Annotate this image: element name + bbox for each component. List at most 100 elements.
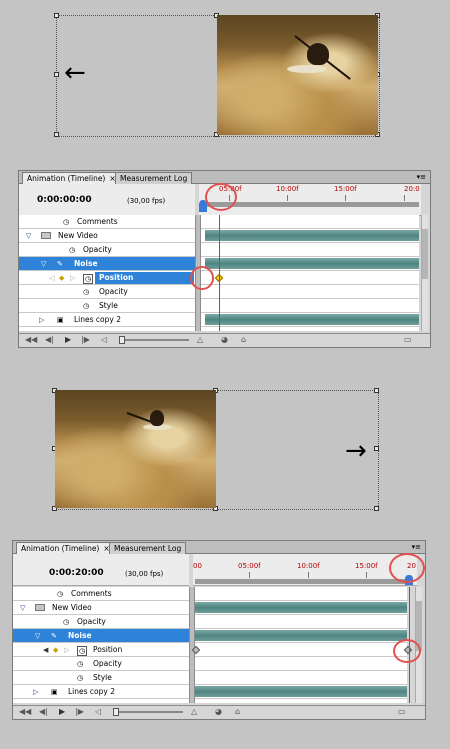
toggle-audio-icon[interactable]: ◁ [101, 335, 107, 344]
panel-menu-icon[interactable]: ▾≡ [412, 543, 421, 551]
zoom-in-icon[interactable]: △ [197, 335, 203, 344]
next-keyframe-icon[interactable]: ▷ [70, 274, 75, 282]
track-bar[interactable] [195, 602, 407, 613]
stopwatch-icon[interactable]: ◷ [77, 674, 83, 682]
transform-handle[interactable] [374, 446, 379, 451]
track-row [201, 243, 419, 257]
layer-row-style[interactable]: ◷ Style [13, 671, 189, 685]
step-back-icon[interactable]: ◀| [45, 335, 54, 344]
stopwatch-icon[interactable]: ◷ [77, 660, 83, 668]
layer-row-opacity-2[interactable]: ◷ Opacity [13, 657, 189, 671]
track-bar[interactable] [195, 686, 407, 697]
stopwatch-icon[interactable]: ◷ [69, 246, 75, 254]
folder-icon [41, 232, 51, 239]
twirl-triangle-icon[interactable]: ▽ [41, 260, 46, 268]
layer-list: ◷ Comments ▽ New Video ◷ Opacity ▽ ✎ Noi… [13, 587, 189, 703]
keyframe-icon[interactable]: ◆ [53, 646, 58, 654]
first-frame-icon[interactable]: ◀◀ [25, 335, 37, 344]
twirl-triangle-icon[interactable]: ▽ [35, 632, 40, 640]
toggle-audio-icon[interactable]: ◁ [95, 707, 101, 716]
step-forward-icon[interactable]: |▶ [81, 335, 90, 344]
stopwatch-icon[interactable]: ◷ [57, 590, 63, 598]
step-forward-icon[interactable]: |▶ [75, 707, 84, 716]
stopwatch-icon[interactable]: ◷ [77, 646, 88, 656]
timecode-area: 0:00:00:00 (30,00 fps) [19, 184, 195, 216]
tween-icon[interactable]: ◕ [215, 707, 222, 716]
zoom-in-icon[interactable]: △ [191, 707, 197, 716]
panel-menu-icon[interactable]: ▾≡ [417, 173, 426, 181]
stopwatch-icon[interactable]: ◷ [83, 288, 89, 296]
work-area-bar[interactable] [195, 579, 409, 584]
vertical-scrollbar[interactable] [421, 215, 428, 331]
transform-handle[interactable] [54, 72, 59, 77]
transform-handle[interactable] [54, 13, 59, 18]
transform-handle[interactable] [374, 506, 379, 511]
arrow-left-icon: ← [64, 58, 86, 88]
convert-frame-icon[interactable]: ▭ [398, 707, 406, 716]
stopwatch-icon[interactable]: ◷ [63, 618, 69, 626]
twirl-triangle-icon[interactable]: ▽ [20, 604, 25, 612]
kayak [287, 65, 327, 73]
trash-icon[interactable]: ⌂ [241, 335, 246, 344]
layer-row-comments[interactable]: ◷ Comments [19, 215, 195, 229]
trash-icon[interactable]: ⌂ [235, 707, 240, 716]
twirl-triangle-icon[interactable]: ▽ [26, 232, 31, 240]
play-icon[interactable]: ▶ [59, 707, 65, 716]
zoom-slider[interactable] [119, 339, 189, 341]
track-area[interactable] [191, 587, 413, 703]
track-area[interactable] [201, 215, 419, 331]
transform-handle[interactable] [374, 388, 379, 393]
layer-row-noise[interactable]: ▽ ✎ Noise [19, 257, 195, 271]
first-frame-icon[interactable]: ◀◀ [19, 707, 31, 716]
layer-row-lines-copy-2[interactable]: ▷ ▣ Lines copy 2 [13, 685, 189, 699]
scrollbar-thumb[interactable] [422, 229, 428, 279]
layer-row-opacity[interactable]: ◷ Opacity [13, 615, 189, 629]
layer-row-comments[interactable]: ◷ Comments [13, 587, 189, 601]
track-bar[interactable] [205, 230, 419, 241]
layer-row-style[interactable]: ◷ Style [19, 299, 195, 313]
arrow-right-icon: → [345, 436, 367, 466]
current-time[interactable]: 0:00:00:00 [37, 195, 92, 205]
prev-keyframe-icon[interactable]: ◁ [49, 274, 54, 282]
zoom-slider[interactable] [113, 711, 183, 713]
next-keyframe-icon[interactable]: ▷ [64, 646, 69, 654]
zoom-slider-thumb[interactable] [113, 708, 119, 716]
track-bar[interactable] [205, 258, 419, 269]
tab-animation-timeline[interactable]: Animation (Timeline) × [16, 542, 115, 554]
layer-row-position[interactable]: ◀ ◆ ▷ ◷ Position [13, 643, 189, 657]
tab-measurement-log[interactable]: Measurement Log [115, 172, 193, 184]
tab-measurement-log[interactable]: Measurement Log [109, 542, 187, 554]
twirl-triangle-icon[interactable]: ▷ [33, 688, 38, 696]
stopwatch-icon[interactable]: ◷ [63, 218, 69, 226]
track-bar[interactable] [195, 630, 407, 641]
timeline-controls: ◀◀ ◀| ▶ |▶ ◁ △ ◕ ⌂ ▭ [13, 705, 425, 718]
stopwatch-icon[interactable]: ◷ [83, 274, 94, 284]
tween-icon[interactable]: ◕ [221, 335, 228, 344]
layer-row-new-video[interactable]: ▽ New Video [13, 601, 189, 615]
layer-row-lines-copy-2[interactable]: ▷ ▣ Lines copy 2 [19, 313, 195, 327]
layer-row-opacity-2[interactable]: ◷ Opacity [19, 285, 195, 299]
layer-row-noise[interactable]: ▽ ✎ Noise [13, 629, 189, 643]
play-icon[interactable]: ▶ [65, 335, 71, 344]
frame-rate: (30,00 fps) [127, 197, 166, 205]
layer-row-new-video[interactable]: ▽ New Video [19, 229, 195, 243]
ruler-label: 05:00f [238, 562, 261, 570]
track-row [195, 615, 407, 629]
keyframe-icon[interactable]: ◆ [59, 274, 64, 282]
prev-keyframe-icon[interactable]: ◀ [43, 646, 48, 654]
layer-label: Opacity [99, 287, 128, 296]
time-ruler[interactable]: 00 05:00f 10:00f 15:00f 20 [193, 554, 417, 586]
zoom-slider-thumb[interactable] [119, 336, 125, 344]
transform-handle[interactable] [54, 132, 59, 137]
timecode-area: 0:00:20:00 (30,00 fps) [13, 554, 189, 586]
track-bar[interactable] [205, 314, 419, 325]
current-time[interactable]: 0:00:20:00 [49, 568, 104, 578]
step-back-icon[interactable]: ◀| [39, 707, 48, 716]
tab-animation-timeline[interactable]: Animation (Timeline) × [22, 172, 121, 184]
stopwatch-icon[interactable]: ◷ [83, 302, 89, 310]
layer-row-opacity[interactable]: ◷ Opacity [19, 243, 195, 257]
convert-frame-icon[interactable]: ▭ [404, 335, 412, 344]
layer-row-position[interactable]: ◁ ◆ ▷ ◷ Position [19, 271, 195, 285]
twirl-triangle-icon[interactable]: ▷ [39, 316, 44, 324]
track-row [195, 685, 407, 699]
